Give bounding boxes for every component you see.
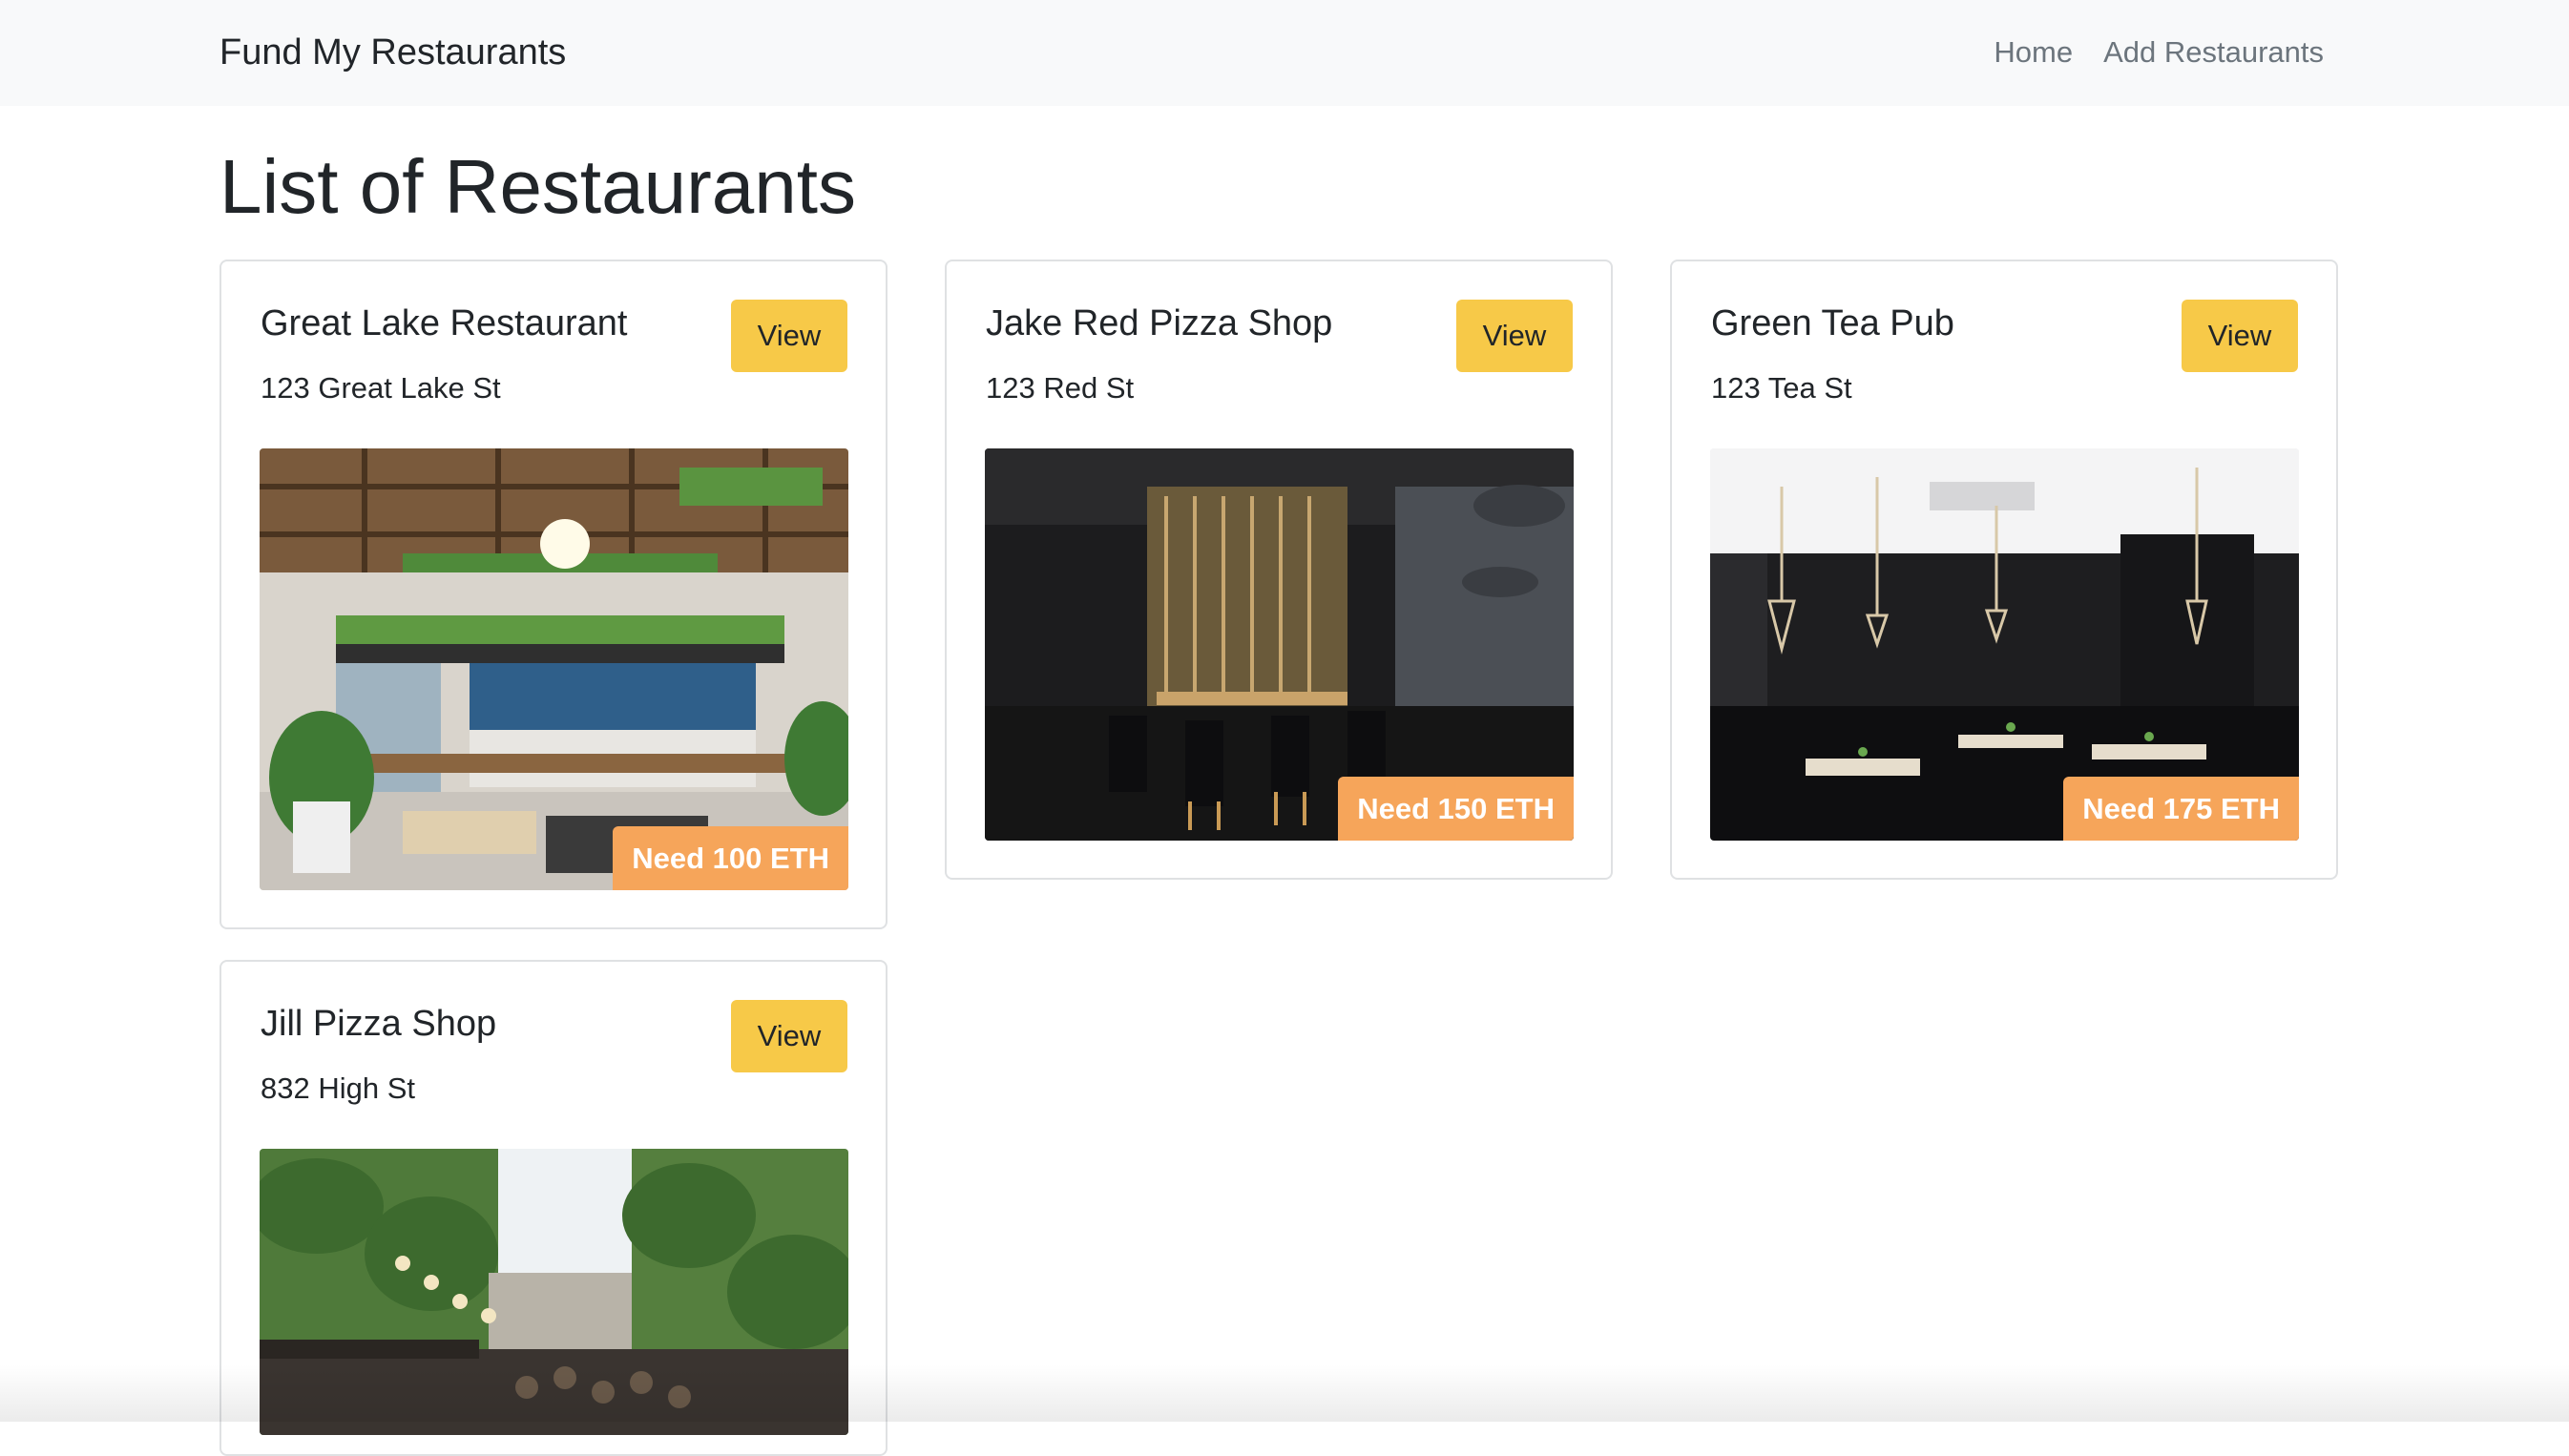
nav-links: Home Add Restaurants <box>1994 32 2324 73</box>
nav-link-add-restaurants[interactable]: Add Restaurants <box>2103 32 2324 73</box>
restaurant-name: Green Tea Pub <box>1711 303 1954 343</box>
view-button[interactable]: View <box>1456 300 1573 372</box>
view-button[interactable]: View <box>731 300 847 372</box>
view-button[interactable]: View <box>2182 300 2298 372</box>
restaurant-name: Great Lake Restaurant <box>261 303 628 343</box>
eth-need-badge: Need 100 ETH <box>613 826 848 890</box>
eth-need-badge: Need 175 ETH <box>2063 777 2299 841</box>
restaurant-card: Great Lake Restaurant View 123 Great Lak… <box>219 260 888 929</box>
restaurant-card: Green Tea Pub View 123 Tea St Need 175 E… <box>1670 260 2338 880</box>
navbar: Fund My Restaurants Home Add Restaurants <box>0 0 2569 106</box>
restaurant-address: 832 High St <box>261 1071 415 1105</box>
restaurant-photo-cafeteria-icon <box>260 448 848 890</box>
restaurant-image: Need 175 ETH <box>1710 448 2299 841</box>
nav-link-home[interactable]: Home <box>1994 32 2073 73</box>
restaurant-photo-arcade-icon <box>260 1149 848 1435</box>
restaurant-address: 123 Red St <box>986 371 1135 405</box>
restaurant-name: Jake Red Pizza Shop <box>986 303 1333 343</box>
view-button[interactable]: View <box>731 1000 847 1072</box>
brand-link[interactable]: Fund My Restaurants <box>219 29 566 76</box>
restaurant-card: Jill Pizza Shop View 832 High St <box>219 960 888 1456</box>
restaurant-image: Need 150 ETH <box>985 448 1574 841</box>
eth-need-badge: Need 150 ETH <box>1338 777 1574 841</box>
restaurant-address: 123 Great Lake St <box>261 371 501 405</box>
restaurant-card: Jake Red Pizza Shop View 123 Red St Need… <box>945 260 1613 880</box>
restaurant-image: Need 100 ETH <box>260 448 848 890</box>
restaurant-image <box>260 1149 848 1435</box>
restaurant-name: Jill Pizza Shop <box>261 1004 497 1044</box>
page-title: List of Restaurants <box>219 144 856 229</box>
restaurant-address: 123 Tea St <box>1711 371 1852 405</box>
